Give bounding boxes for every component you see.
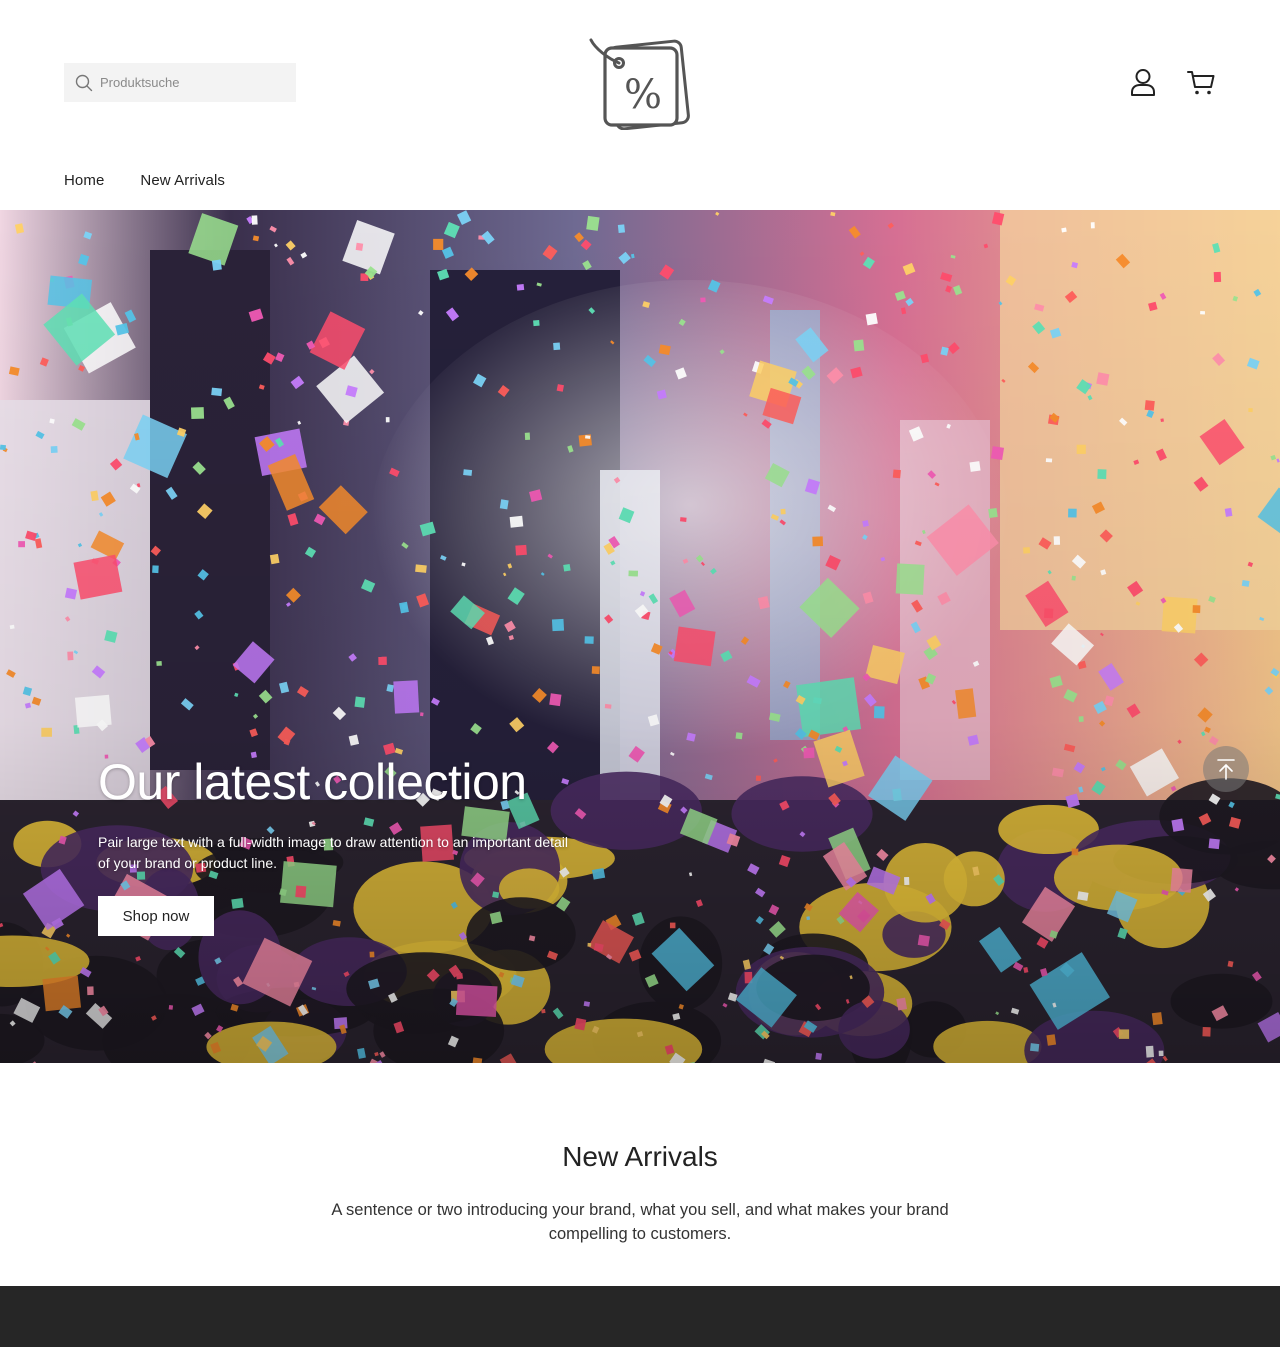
price-tag-percent-icon: % bbox=[589, 38, 690, 131]
site-footer bbox=[0, 1286, 1280, 1347]
hero-content: Our latest collection Pair large text wi… bbox=[98, 754, 618, 936]
shop-now-button[interactable]: Shop now bbox=[98, 896, 214, 936]
hero-banner: Our latest collection Pair large text wi… bbox=[0, 210, 1280, 1063]
nav-item-new-arrivals[interactable]: New Arrivals bbox=[140, 172, 225, 189]
store-logo[interactable]: % bbox=[585, 38, 695, 131]
search-icon bbox=[75, 74, 93, 92]
search-input[interactable] bbox=[100, 75, 290, 90]
search-box[interactable] bbox=[64, 63, 296, 102]
hero-title: Our latest collection bbox=[98, 754, 527, 810]
main-nav: Home New Arrivals bbox=[64, 172, 225, 189]
arrow-up-to-top-icon bbox=[1217, 759, 1235, 780]
user-account-icon[interactable] bbox=[1128, 66, 1158, 98]
svg-text:%: % bbox=[624, 72, 662, 118]
hero-text: Pair large text with a full-width image … bbox=[98, 834, 569, 871]
nav-item-home[interactable]: Home bbox=[64, 172, 104, 189]
scroll-to-top-button[interactable] bbox=[1203, 746, 1249, 792]
shopping-cart-icon[interactable] bbox=[1186, 66, 1216, 98]
new-arrivals-title: New Arrivals bbox=[562, 1141, 718, 1172]
new-arrivals-text: A sentence or two introducing your brand… bbox=[331, 1201, 949, 1243]
site-header: % Home New Arrivals bbox=[0, 0, 1280, 210]
header-actions bbox=[1128, 66, 1216, 98]
